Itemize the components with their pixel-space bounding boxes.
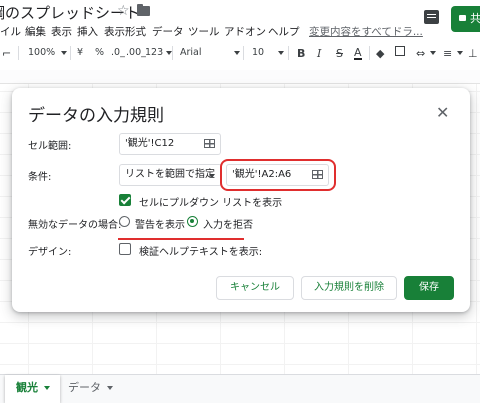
sheet-tab-label: データ <box>68 381 101 394</box>
sheet-tab-label: 観光 <box>16 381 38 394</box>
merge-cells-icon[interactable]: ⇔ <box>416 47 425 60</box>
chevron-down-icon[interactable] <box>430 51 436 55</box>
cell-range-label: セル範囲: <box>28 141 72 152</box>
increase-decimal-button[interactable]: .00_ <box>126 47 146 58</box>
reject-input-label: 入力を拒否 <box>203 220 253 231</box>
title-bar: 鋼のスプレッドシート ☆ 共 <box>0 0 480 32</box>
align-icon[interactable]: ≡ <box>443 47 452 60</box>
radio-reject-input[interactable] <box>187 216 198 227</box>
criteria-label: 条件: <box>28 172 52 183</box>
number-format-value: 123 <box>145 47 164 58</box>
folder-icon[interactable] <box>137 4 150 16</box>
fill-color-icon[interactable]: ◆ <box>376 47 384 60</box>
toolbar: ⌐ 100% ¥ % .0_ .00_ 123 Arial 10 B I S A… <box>0 41 480 65</box>
menu-item-help[interactable]: ヘルプ <box>268 24 300 39</box>
invalid-data-label: 無効なデータの場合: <box>28 220 122 231</box>
percent-button[interactable]: % <box>95 47 104 58</box>
criteria-range-value: '観光'!A2:A6 <box>232 169 292 180</box>
decrease-decimal-button[interactable]: .0_ <box>111 47 125 58</box>
help-text-label: 検証ヘルプテキストを表示: <box>139 247 263 258</box>
cell-range-value: '観光'!C12 <box>125 138 175 149</box>
chevron-down-icon <box>209 174 215 178</box>
star-icon[interactable]: ☆ <box>117 3 130 19</box>
toolbar-divider <box>288 46 289 60</box>
font-size-select[interactable]: 10 <box>252 47 264 58</box>
menu-item-addons[interactable]: アドオン <box>224 24 266 39</box>
chevron-down-icon[interactable] <box>107 386 113 390</box>
font-select[interactable]: Arial <box>180 47 202 58</box>
show-dropdown-checkbox[interactable] <box>119 194 131 206</box>
zoom-value: 100% <box>28 47 56 58</box>
sheet-tab[interactable]: データ <box>66 375 113 403</box>
cell-range-input[interactable]: '観光'!C12 <box>119 133 221 155</box>
select-range-icon[interactable] <box>312 170 323 179</box>
share-label: 共 <box>470 12 480 25</box>
paint-format-icon[interactable]: ⌐ <box>2 47 11 60</box>
chevron-down-icon[interactable] <box>278 51 284 55</box>
lock-icon <box>459 15 466 21</box>
valign-icon[interactable]: ⊥ <box>468 47 478 60</box>
menu-item-edit[interactable]: 編集 <box>25 24 46 39</box>
toolbar-divider <box>243 46 244 60</box>
toolbar-divider <box>172 46 173 60</box>
toolbar-divider <box>369 46 370 60</box>
sheet-tab-bar: 観光 データ <box>0 374 480 403</box>
chevron-down-icon[interactable] <box>234 51 240 55</box>
text-color-button[interactable]: A <box>354 47 362 60</box>
chevron-down-icon[interactable] <box>44 386 50 390</box>
chevron-down-icon <box>61 50 68 55</box>
show-warning-label: 警告を表示 <box>135 220 185 231</box>
save-status[interactable]: 変更内容をすべてドラ... <box>309 24 423 39</box>
sheet-tab-active[interactable]: 観光 <box>5 375 60 403</box>
appearance-label: デザイン: <box>28 247 72 258</box>
chevron-down-icon[interactable] <box>457 51 463 55</box>
select-range-icon[interactable] <box>204 139 215 148</box>
cancel-button[interactable]: キャンセル <box>216 276 294 300</box>
menu-item-tools[interactable]: ツール <box>188 24 220 39</box>
menu-item-file[interactable]: イル <box>0 24 21 39</box>
italic-button[interactable]: I <box>317 47 321 60</box>
menu-item-format[interactable]: 表示形式 <box>104 24 146 39</box>
close-icon[interactable]: ✕ <box>436 103 449 122</box>
radio-show-warning[interactable] <box>119 216 130 227</box>
criteria-type-value: リストを範囲で指定 <box>125 169 215 180</box>
comment-icon[interactable] <box>424 10 439 24</box>
help-text-checkbox[interactable] <box>119 243 131 255</box>
number-format-select[interactable]: 123 <box>145 47 173 58</box>
menu-item-view[interactable]: 表示 <box>51 24 72 39</box>
borders-icon[interactable] <box>395 46 405 56</box>
share-button[interactable]: 共 <box>451 6 480 32</box>
strikethrough-button[interactable]: S <box>336 47 343 60</box>
currency-button[interactable]: ¥ <box>77 47 83 58</box>
bold-button[interactable]: B <box>297 47 305 60</box>
menu-item-data[interactable]: データ <box>152 24 184 39</box>
menu-item-insert[interactable]: 挿入 <box>77 24 98 39</box>
show-dropdown-label: セルにプルダウン リストを表示 <box>139 198 283 209</box>
toolbar-divider <box>70 46 71 60</box>
zoom-select[interactable]: 100% <box>28 47 68 58</box>
dialog-title: データの入力規則 <box>28 106 164 126</box>
save-button[interactable]: 保存 <box>404 276 454 300</box>
toolbar-divider <box>18 46 19 60</box>
remove-validation-button[interactable]: 入力規則を削除 <box>301 276 397 300</box>
criteria-type-select[interactable]: リストを範囲で指定 <box>119 164 222 186</box>
underline-annotation <box>118 238 244 240</box>
criteria-range-input[interactable]: '観光'!A2:A6 <box>226 164 329 186</box>
data-validation-dialog: データの入力規則 ✕ セル範囲: '観光'!C12 条件: リストを範囲で指定 … <box>12 88 470 312</box>
